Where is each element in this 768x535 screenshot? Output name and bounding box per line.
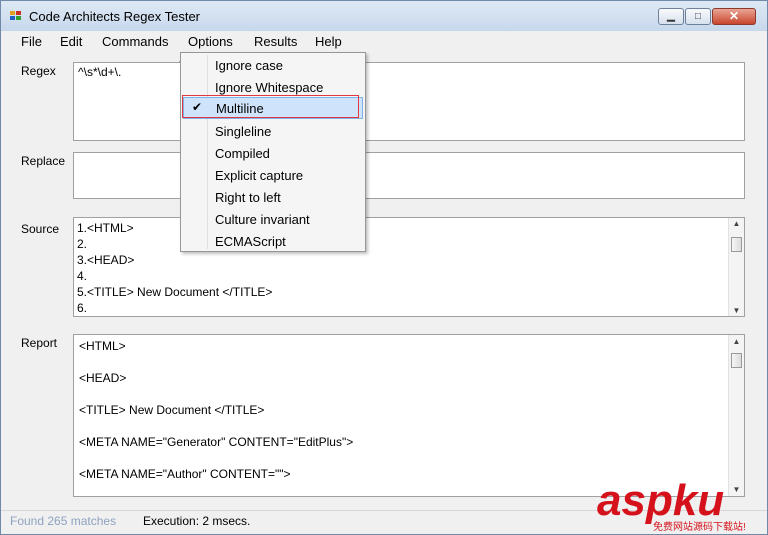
report-line: <META NAME="Generator" CONTENT="EditPlus… — [79, 435, 354, 449]
regex-label: Regex — [21, 64, 56, 78]
watermark-text: aspku — [597, 476, 725, 525]
source-line: 3.<HEAD> — [77, 253, 135, 267]
regex-input[interactable]: ^\s*\d+\. — [73, 62, 745, 141]
close-icon: ✕ — [728, 9, 740, 23]
source-textarea[interactable]: 1.<HTML> 2. 3.<HEAD> 4. 5.<TITLE> New Do… — [73, 217, 745, 317]
minimize-icon: ▁ — [667, 11, 675, 22]
report-line — [79, 418, 353, 434]
menu-edit[interactable]: Edit — [60, 34, 82, 49]
menu-item-ignore-case[interactable]: Ignore case — [183, 54, 363, 76]
menu-options[interactable]: Options — [188, 34, 233, 49]
menu-item-ecmascript[interactable]: ECMAScript — [183, 230, 363, 252]
report-line: <META NAME="Author" CONTENT=""> — [79, 467, 291, 481]
menu-item-right-to-left[interactable]: Right to left — [183, 186, 363, 208]
scroll-up-icon[interactable]: ▲ — [729, 337, 744, 346]
report-line: <HEAD> — [79, 371, 127, 385]
report-line — [79, 450, 353, 466]
app-icon — [10, 11, 22, 21]
scroll-down-icon[interactable]: ▼ — [729, 306, 744, 315]
report-line — [79, 386, 353, 402]
window-title: Code Architects Regex Tester — [29, 9, 201, 24]
report-line: <TITLE> New Document </TITLE> — [79, 403, 265, 417]
title-bar[interactable]: Code Architects Regex Tester ▁ □ ✕ — [1, 1, 767, 31]
watermark-subtext: 免费网站源码下载站! — [653, 522, 746, 533]
scroll-up-icon[interactable]: ▲ — [729, 219, 744, 228]
report-scrollbar[interactable]: ▲ ▼ — [728, 335, 744, 496]
maximize-button[interactable]: □ — [685, 8, 711, 25]
report-textarea[interactable]: <HTML> <HEAD> <TITLE> New Document </TIT… — [73, 334, 745, 497]
report-label: Report — [21, 336, 58, 350]
menu-item-compiled[interactable]: Compiled — [183, 142, 363, 164]
menu-bar: File Edit Commands Options Results Help — [1, 31, 767, 83]
source-line: 6. — [77, 301, 88, 315]
replace-input[interactable] — [73, 152, 745, 199]
minimize-button[interactable]: ▁ — [658, 8, 684, 25]
menu-item-singleline[interactable]: Singleline — [183, 120, 363, 142]
report-line — [79, 354, 353, 370]
menu-commands[interactable]: Commands — [102, 34, 168, 49]
close-button[interactable]: ✕ — [712, 8, 756, 25]
menu-results[interactable]: Results — [254, 34, 297, 49]
source-line: 4. — [77, 269, 88, 283]
maximize-icon: □ — [694, 11, 702, 22]
replace-label: Replace — [21, 154, 66, 168]
source-scrollbar[interactable]: ▲ ▼ — [728, 218, 744, 316]
regex-input-value: ^\s*\d+\. — [78, 65, 122, 79]
source-scroll-thumb[interactable] — [731, 237, 742, 252]
watermark-logo: aspku 免费网站源码下载站! — [597, 479, 767, 534]
report-scroll-thumb[interactable] — [731, 353, 742, 368]
source-label: Source — [21, 222, 60, 236]
options-dropdown-menu: Ignore case Ignore Whitespace ✔ Multilin… — [180, 52, 366, 252]
status-execution-time: Execution: 2 msecs. — [143, 514, 251, 528]
app-window: Code Architects Regex Tester ▁ □ ✕ File … — [0, 0, 768, 535]
menu-item-culture-invariant[interactable]: Culture invariant — [183, 208, 363, 230]
menu-help[interactable]: Help — [315, 34, 342, 49]
source-line: 5.<TITLE> New Document </TITLE> — [77, 285, 273, 299]
status-matches: Found 265 matches — [10, 514, 117, 528]
menu-item-explicit-capture[interactable]: Explicit capture — [183, 164, 363, 186]
annotation-highlight-box — [182, 95, 359, 118]
report-line: <HTML> — [79, 339, 126, 353]
report-lines: <HTML> <HEAD> <TITLE> New Document </TIT… — [79, 338, 353, 482]
menu-file[interactable]: File — [21, 34, 42, 49]
